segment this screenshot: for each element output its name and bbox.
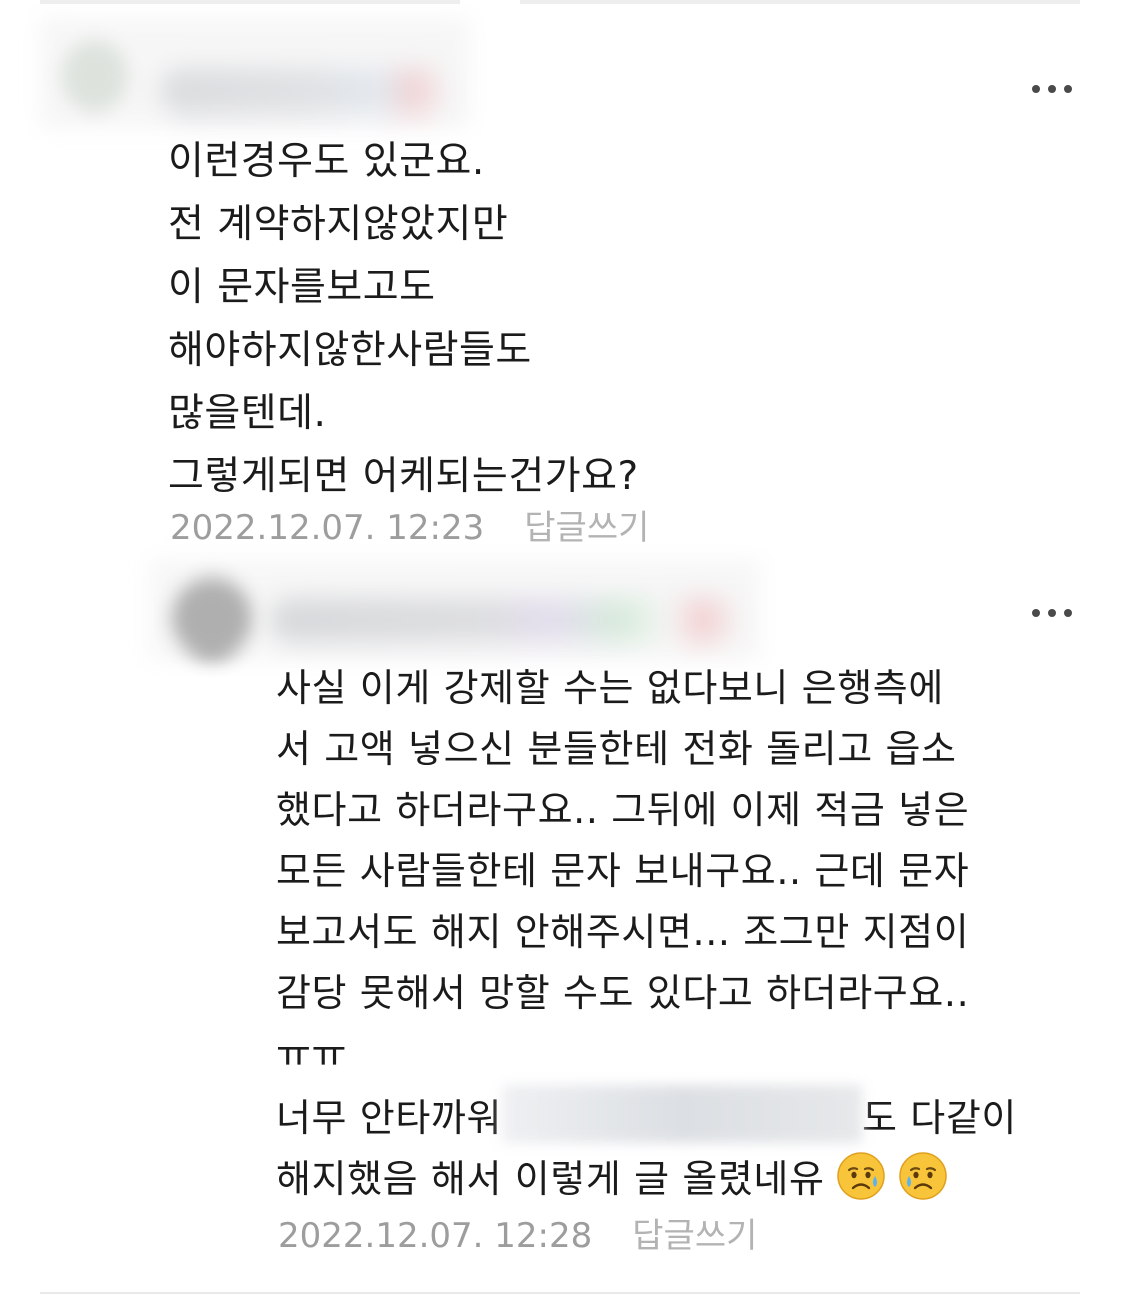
comment-line: 전 계약하지않았지만 bbox=[168, 202, 509, 247]
comment-line: 사실 이게 강제할 수는 없다보니 은행측에 bbox=[276, 666, 944, 710]
comment-date: 2022.12.07. 12:23 bbox=[170, 508, 485, 548]
reply-button[interactable]: 답글쓰기 bbox=[524, 500, 649, 549]
reply-button[interactable]: 답글쓰기 bbox=[632, 1208, 757, 1257]
comment-date: 2022.12.07. 12:28 bbox=[278, 1216, 593, 1256]
comment-line: 이 문자를보고도 bbox=[168, 265, 436, 310]
sad-face-emoji-icon bbox=[836, 1152, 885, 1200]
comment-line: 이런경우도 있군요. bbox=[168, 139, 485, 184]
top-divider bbox=[520, 0, 1080, 4]
dot bbox=[1048, 609, 1056, 617]
dot bbox=[1032, 85, 1040, 93]
comment-1-redacted-bar bbox=[40, 18, 470, 128]
dot bbox=[1064, 609, 1072, 617]
comment-text-fragment: 도 다같이 bbox=[862, 1096, 1017, 1140]
comment-line: 모든 사람들한테 문자 보내구요.. 근데 문자 bbox=[276, 849, 970, 893]
dot bbox=[1064, 85, 1072, 93]
comment-line: 해지했음 해서 이렇게 글 올렸네유 bbox=[276, 1149, 1017, 1210]
comment-line: 너무 안타까워 도 다같이 bbox=[276, 1085, 1017, 1149]
comment-text-fragment: 너무 안타까워 bbox=[276, 1096, 503, 1140]
comment-line: 그렇게되면 어케되는건가요? bbox=[168, 454, 639, 499]
comment-line: 해야하지않한사람들도 bbox=[168, 328, 532, 373]
comment-line: 많을텐데. bbox=[168, 391, 327, 436]
comment-line: 서 고액 넣으신 분들한테 전화 돌리고 읍소 bbox=[276, 727, 957, 771]
more-options-icon[interactable] bbox=[1032, 85, 1072, 93]
dot bbox=[1032, 609, 1040, 617]
more-options-icon[interactable] bbox=[1032, 609, 1072, 617]
comment-1-meta: 2022.12.07. 12:23 답글쓰기 bbox=[170, 500, 649, 549]
comment-2-meta: 2022.12.07. 12:28 답글쓰기 bbox=[278, 1208, 757, 1257]
comment-2-redacted-bar bbox=[150, 560, 760, 660]
redacted-text bbox=[502, 1085, 863, 1143]
comment-text-fragment: 해지했음 해서 이렇게 글 올렸네유 bbox=[276, 1157, 825, 1201]
sad-face-emoji-icon bbox=[898, 1152, 947, 1200]
bottom-divider bbox=[40, 1292, 1080, 1294]
top-divider bbox=[40, 0, 460, 4]
comment-2-text: 사실 이게 강제할 수는 없다보니 은행측에 서 고액 넣으신 분들한테 전화 … bbox=[276, 658, 1017, 1210]
comment-line: 감당 못해서 망할 수도 있다고 하더라구요.. bbox=[276, 971, 970, 1015]
dot bbox=[1048, 85, 1056, 93]
comment-line: ㅠㅠ bbox=[276, 1032, 348, 1076]
comment-line: 보고서도 해지 안해주시면... 조그만 지점이 bbox=[276, 910, 970, 954]
comment-line: 했다고 하더라구요.. 그뒤에 이제 적금 넣은 bbox=[276, 788, 970, 832]
comment-1-text: 이런경우도 있군요. 전 계약하지않았지만 이 문자를보고도 해야하지않한사람들… bbox=[168, 130, 639, 508]
